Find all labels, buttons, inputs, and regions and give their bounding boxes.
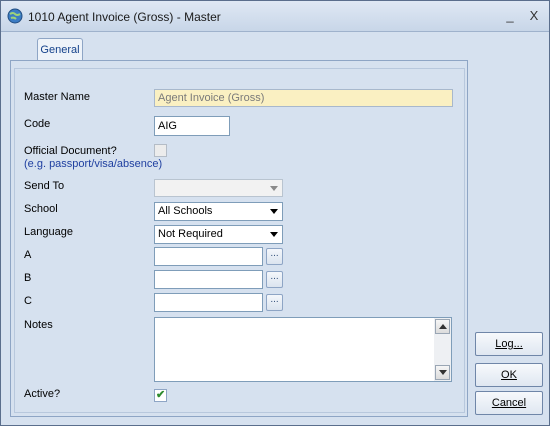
arrow-down-icon	[439, 370, 447, 375]
master-name-label: Master Name	[24, 91, 91, 103]
active-label: Active?	[24, 388, 61, 400]
official-document-hint: (e.g. passport/visa/absence)	[24, 158, 163, 170]
language-value: Not Required	[158, 228, 223, 240]
scroll-down-button[interactable]	[435, 365, 450, 380]
log-button-label: Log...	[495, 338, 523, 350]
c-field[interactable]	[154, 293, 263, 312]
app-globe-icon	[7, 8, 23, 24]
send-to-label: Send To	[24, 180, 65, 192]
school-dropdown[interactable]: All Schools	[154, 202, 283, 221]
school-dropdown-arrow[interactable]	[266, 203, 282, 219]
scroll-up-button[interactable]	[435, 319, 450, 334]
a-field[interactable]	[154, 247, 263, 266]
a-browse-button[interactable]: ...	[266, 248, 283, 265]
b-field[interactable]	[154, 270, 263, 289]
chevron-down-icon	[270, 209, 278, 214]
cancel-button[interactable]: Cancel	[475, 391, 543, 415]
school-label: School	[24, 203, 58, 215]
send-to-dropdown[interactable]	[154, 179, 283, 197]
ok-button[interactable]: OK	[475, 363, 543, 387]
active-checkbox[interactable]: ✔	[154, 389, 167, 402]
language-dropdown[interactable]: Not Required	[154, 225, 283, 244]
code-label: Code	[24, 118, 51, 130]
master-name-field[interactable]: Agent Invoice (Gross)	[154, 89, 453, 107]
chevron-down-icon	[270, 186, 278, 191]
ok-button-label: OK	[501, 369, 517, 381]
arrow-up-icon	[439, 324, 447, 329]
official-document-checkbox[interactable]	[154, 144, 167, 157]
cancel-button-label: Cancel	[491, 397, 527, 409]
close-button[interactable]: X	[527, 9, 541, 23]
language-dropdown-arrow[interactable]	[266, 226, 282, 242]
b-label: B	[24, 272, 32, 284]
official-document-label: Official Document?	[24, 145, 117, 157]
a-label: A	[24, 249, 32, 261]
b-browse-button[interactable]: ...	[266, 271, 283, 288]
log-button[interactable]: Log...	[475, 332, 543, 356]
language-label: Language	[24, 226, 73, 238]
notes-label: Notes	[24, 319, 53, 331]
tab-general[interactable]: General	[37, 38, 83, 61]
notes-scrollbar[interactable]	[434, 318, 451, 381]
c-label: C	[24, 295, 32, 307]
c-browse-button[interactable]: ...	[266, 294, 283, 311]
minimize-button[interactable]: _	[503, 9, 517, 23]
title-bar[interactable]: 1010 Agent Invoice (Gross) - Master _ X	[1, 1, 549, 32]
notes-textarea[interactable]	[154, 317, 452, 382]
dialog-window: 1010 Agent Invoice (Gross) - Master _ X …	[0, 0, 550, 426]
send-to-dropdown-arrow[interactable]	[266, 180, 282, 196]
school-value: All Schools	[158, 205, 213, 217]
checkmark-icon: ✔	[156, 389, 166, 401]
chevron-down-icon	[270, 232, 278, 237]
code-field[interactable]: AIG	[154, 116, 230, 136]
window-title: 1010 Agent Invoice (Gross) - Master	[28, 10, 221, 24]
